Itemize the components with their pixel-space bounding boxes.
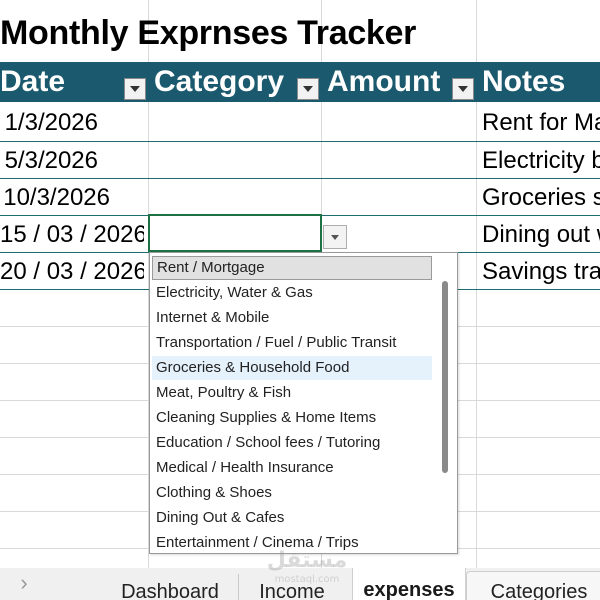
chevron-down-icon	[458, 86, 468, 92]
category-dropdown-list[interactable]: Rent / Mortgage Electricity, Water & Gas…	[149, 252, 458, 554]
cell-amount[interactable]	[321, 142, 476, 179]
tab-dashboard[interactable]: Dashboard	[108, 572, 232, 600]
dropdown-option[interactable]: Medical / Health Insurance	[152, 456, 432, 480]
sheet-tab-bar: › Dashboard Income expenses Categories	[0, 568, 600, 600]
cell-category[interactable]	[148, 142, 321, 179]
dropdown-option[interactable]: Groceries & Household Food	[152, 356, 432, 380]
header-notes[interactable]: Notes	[478, 62, 600, 102]
cell-notes[interactable]: Rent for Ma	[478, 104, 600, 141]
cell-date[interactable]: 20 / 03 / 2026	[0, 253, 144, 290]
table-row: 1/3/2026 Rent for Ma	[0, 104, 600, 141]
cell-notes[interactable]: Electricity b	[478, 142, 600, 179]
cell-notes[interactable]: Groceries s	[478, 179, 600, 216]
tab-expenses[interactable]: expenses	[352, 568, 466, 600]
gridline-title-right	[476, 0, 477, 62]
cell-date[interactable]: 5/3/2026	[0, 142, 98, 179]
dropdown-scrollbar[interactable]	[442, 281, 448, 473]
filter-category-button[interactable]	[297, 78, 319, 100]
cell-category[interactable]	[148, 179, 321, 216]
table-row: 5/3/2026 Electricity b	[0, 142, 600, 179]
spreadsheet-sheet: Monthly Exprnses Tracker Date Category A…	[0, 0, 600, 600]
dropdown-option[interactable]: Meat, Poultry & Fish	[152, 381, 432, 405]
cell-date[interactable]: 15 / 03 / 2026	[0, 216, 144, 253]
table-row: 10/3/2026 Groceries s	[0, 179, 600, 216]
active-cell-category[interactable]	[148, 214, 322, 252]
cell-category[interactable]	[148, 104, 321, 141]
dropdown-option[interactable]: Transportation / Fuel / Public Transit	[152, 331, 432, 355]
dropdown-option[interactable]: Dining Out & Cafes	[152, 506, 432, 530]
cell-amount[interactable]	[321, 179, 476, 216]
dropdown-option[interactable]: Cleaning Supplies & Home Items	[152, 406, 432, 430]
tab-income[interactable]: Income	[244, 572, 340, 600]
tab-categories[interactable]: Categories	[466, 571, 600, 600]
dropdown-option[interactable]: Clothing & Shoes	[152, 481, 432, 505]
cell-amount[interactable]	[321, 104, 476, 141]
chevron-down-icon	[130, 86, 140, 92]
dropdown-option[interactable]: Electricity, Water & Gas	[152, 281, 432, 305]
filter-amount-button[interactable]	[452, 78, 474, 100]
chevron-down-icon	[331, 234, 339, 240]
table-header-row: Date Category Amount Notes	[0, 62, 600, 102]
cell-dropdown-button[interactable]	[323, 225, 347, 249]
cell-notes[interactable]: Savings tra	[478, 253, 600, 290]
dropdown-option[interactable]: Entertainment / Cinema / Trips	[152, 531, 432, 553]
tab-scroll-right-icon[interactable]: ›	[14, 570, 34, 598]
dropdown-option[interactable]: Internet & Mobile	[152, 306, 432, 330]
dropdown-option[interactable]: Rent / Mortgage	[152, 256, 432, 280]
sheet-title[interactable]: Monthly Exprnses Tracker	[0, 10, 416, 56]
cell-date[interactable]: 10/3/2026	[0, 179, 110, 216]
cell-date[interactable]: 1/3/2026	[0, 104, 98, 141]
chevron-down-icon	[303, 86, 313, 92]
filter-date-button[interactable]	[124, 78, 146, 100]
cell-notes[interactable]: Dining out w	[478, 216, 600, 253]
tab-separator	[238, 574, 239, 600]
dropdown-option[interactable]: Education / School fees / Tutoring	[152, 431, 432, 455]
